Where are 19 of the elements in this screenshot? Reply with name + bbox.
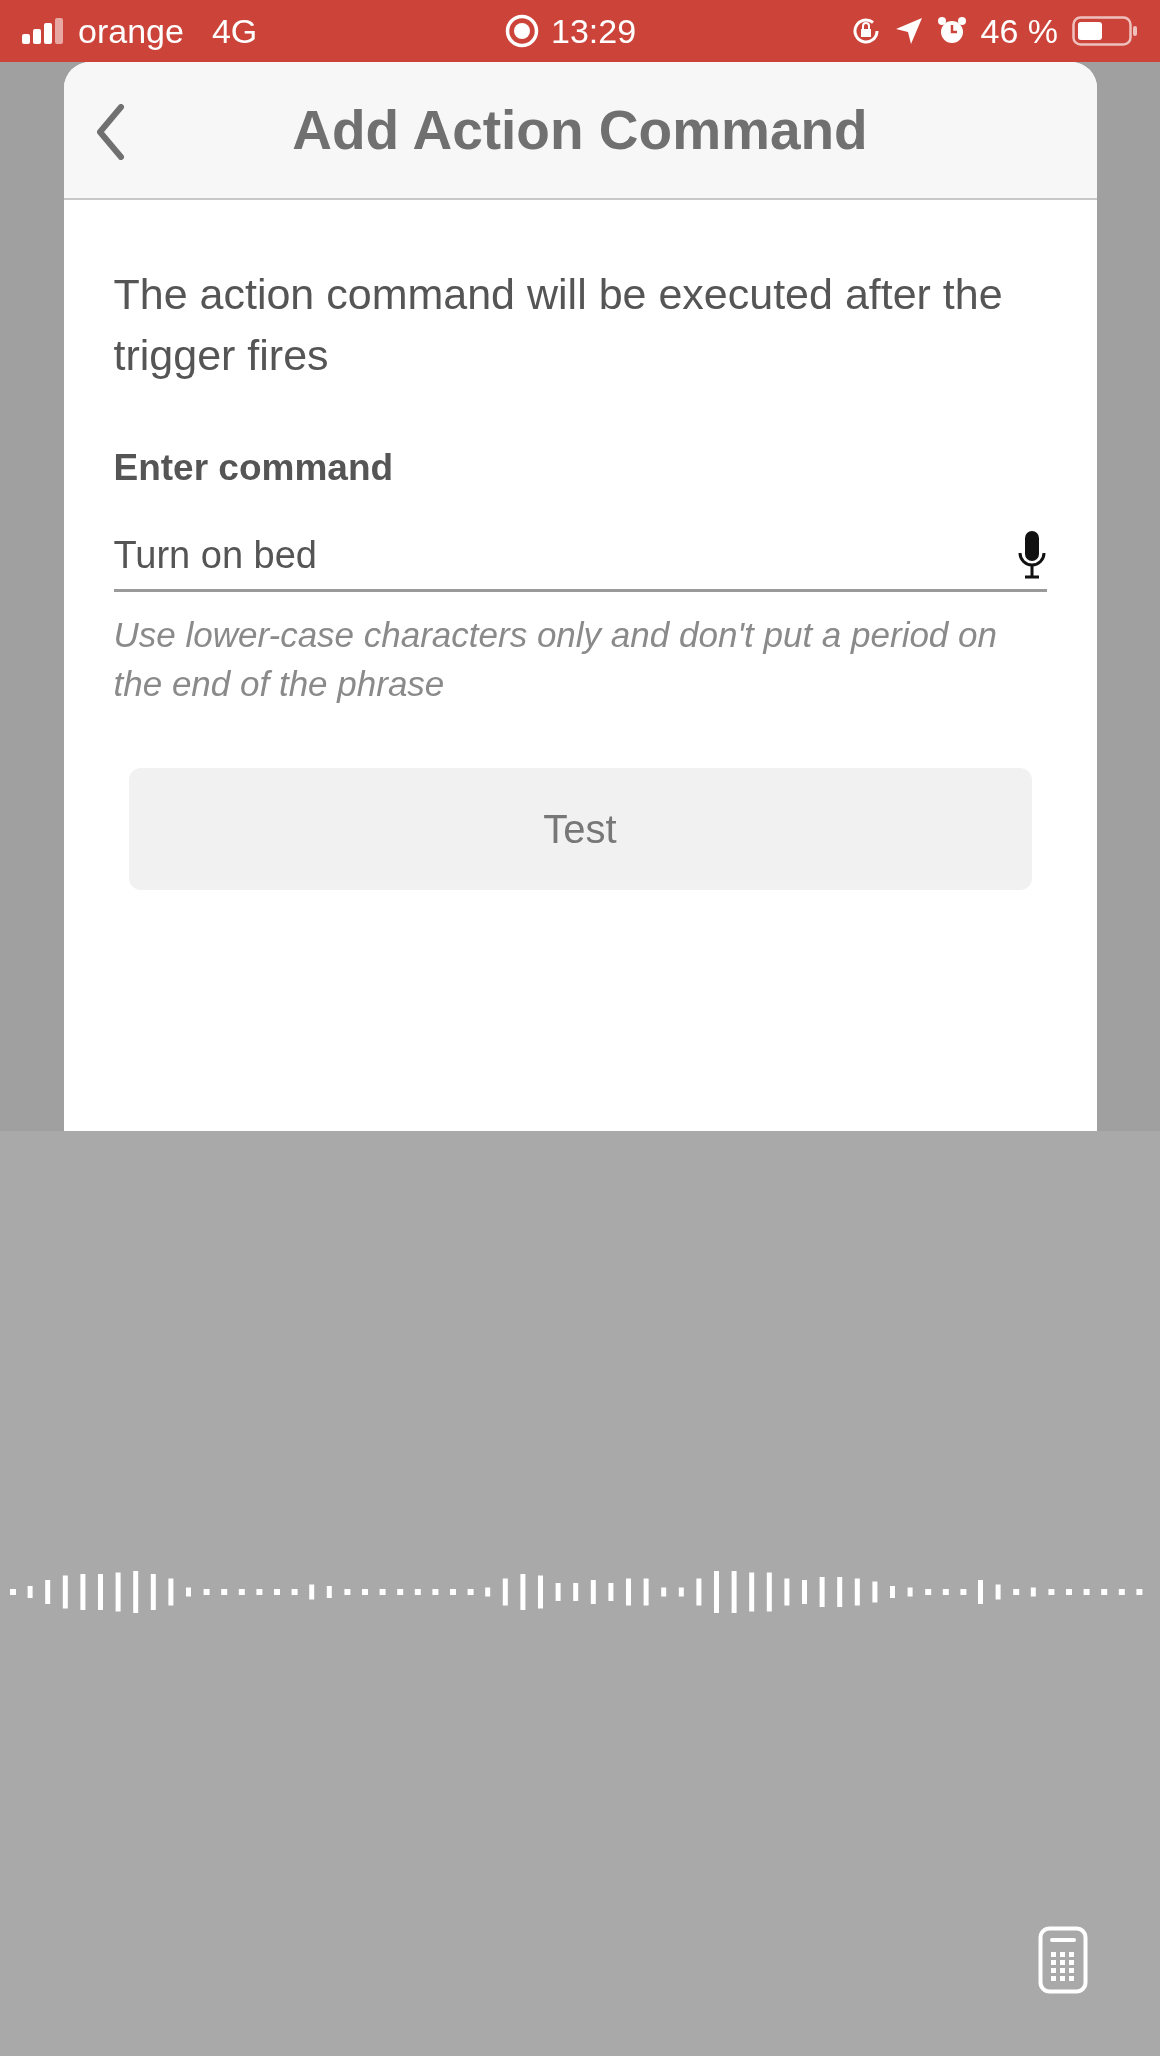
dialog-title: Add Action Command <box>292 97 868 163</box>
command-field[interactable]: Turn on bed <box>113 526 1017 584</box>
signal-icon <box>22 18 66 44</box>
back-icon <box>94 104 125 160</box>
calculator-icon <box>1038 1926 1088 1994</box>
test-button[interactable]: Test <box>128 767 1032 890</box>
description-text: The action command will be executed after the trigger fires <box>113 269 1004 381</box>
battery-icon <box>1072 16 1138 46</box>
alarm-icon <box>936 16 967 46</box>
location-arrow-icon <box>894 17 923 45</box>
rotation-lock-icon <box>850 16 881 46</box>
microphone-icon[interactable] <box>1016 531 1047 579</box>
hint-text: Use lower-case characters only and don't put a period on the end of the phrase <box>113 613 998 705</box>
battery-percentage: 46 % <box>980 10 1058 52</box>
network-type: 4G <box>211 10 258 52</box>
field-label: Enter command <box>113 446 395 490</box>
carrier-name: orange <box>78 10 184 52</box>
clock-time: 13:29 <box>551 10 637 52</box>
recording-icon <box>505 14 539 48</box>
